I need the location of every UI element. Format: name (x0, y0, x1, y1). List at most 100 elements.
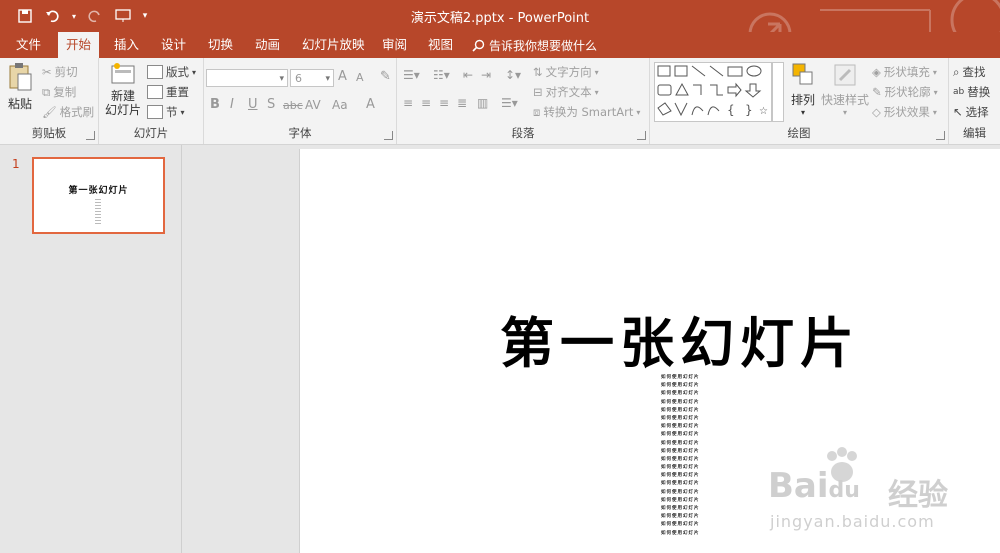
body-line: 如何使用幻灯片 (661, 399, 700, 405)
ribbon: 粘贴 ✂ 剪切 ⧉ 复制 🖌 格式刷 剪贴板 新建 幻灯片 版式 ▾ 重置 节 ▾ 幻灯片… (0, 58, 1000, 145)
shapes-gallery[interactable]: { } ☆ (654, 62, 772, 122)
select-button[interactable]: ↖ 选择 (953, 104, 989, 120)
cut-button[interactable]: ✂ 剪切 (42, 64, 78, 80)
slide-number: 1 (12, 157, 20, 171)
watermark-brand: Baidu (768, 466, 860, 506)
tab-animations[interactable]: 动画 (247, 32, 288, 58)
drawing-group: { } ☆ 排列 ▾ 快速样式 ▾ ◈ 形状填充 ▾ ✎ 形状轮廓 ▾ ◇ 形状效果 ▾ 绘… (650, 58, 949, 144)
copy-button[interactable]: ⧉ 复制 (42, 84, 76, 100)
grow-font-button[interactable]: A (338, 69, 347, 84)
font-size-value: 6 (295, 72, 302, 85)
body-line: 如何使用幻灯片 (661, 522, 700, 528)
body-line: 如何使用幻灯片 (661, 465, 700, 471)
char-spacing-button[interactable]: AV (305, 98, 321, 112)
strikethrough-button[interactable]: abc (283, 99, 303, 112)
arrange-icon (792, 63, 813, 85)
font-launcher-icon[interactable] (384, 131, 393, 140)
font-group-label: 字体 (288, 126, 312, 140)
shape-outline-label: 形状轮廓 (884, 85, 931, 99)
quick-styles-button[interactable]: 快速样式 ▾ (820, 62, 870, 117)
shape-effects-button[interactable]: ◇ 形状效果 ▾ (872, 104, 937, 120)
text-direction-button[interactable]: ⇅ 文字方向 ▾ (533, 64, 599, 80)
smartart-button[interactable]: ⧈ 转换为 SmartArt ▾ (533, 104, 640, 120)
chevron-down-icon: ▾ (636, 107, 641, 117)
chevron-down-icon: ▾ (594, 87, 599, 97)
shape-fill-button[interactable]: ◈ 形状填充 ▾ (872, 64, 937, 80)
align-text-button[interactable]: ⊟ 对齐文本 ▾ (533, 84, 599, 100)
body-line: 如何使用幻灯片 (661, 440, 700, 446)
bold-button[interactable]: B (210, 97, 220, 112)
effects-icon: ◇ (872, 105, 881, 119)
chevron-down-icon: ▾ (180, 107, 185, 117)
line-spacing-icon[interactable]: ↕▾ (505, 68, 521, 82)
drawing-launcher-icon[interactable] (936, 131, 945, 140)
tab-review[interactable]: 审阅 (374, 32, 415, 58)
change-case-button[interactable]: Aa (332, 98, 348, 112)
align-center-icon[interactable]: ≡ (421, 96, 431, 110)
bullets-icon[interactable]: ☰▾ (403, 68, 420, 82)
chevron-down-icon: ▾ (932, 107, 937, 117)
shadow-button[interactable]: S (267, 97, 275, 112)
align-right-icon[interactable]: ≡ (439, 96, 449, 110)
clipboard-launcher-icon[interactable] (86, 131, 95, 140)
shapes-gallery-scroll[interactable] (772, 62, 784, 122)
drawing-group-label: 绘图 (787, 126, 811, 140)
body-line: 如何使用幻灯片 (661, 473, 700, 479)
body-line: 如何使用幻灯片 (661, 415, 700, 421)
underline-button[interactable]: U (248, 97, 258, 112)
font-name-combo[interactable]: ▾ (206, 69, 288, 87)
section-button[interactable]: 节 ▾ (147, 104, 185, 120)
body-line: 如何使用幻灯片 (661, 383, 700, 389)
new-slide-button[interactable]: 新建 幻灯片 (101, 62, 145, 117)
layout-label: 版式 (166, 65, 189, 79)
paragraph-launcher-icon[interactable] (637, 131, 646, 140)
tab-slideshow[interactable]: 幻灯片放映 (294, 32, 373, 58)
arrange-button[interactable]: 排列 ▾ (786, 62, 820, 117)
align-left-icon[interactable]: ≡ (403, 96, 413, 110)
increase-indent-icon[interactable]: ⇥ (481, 68, 491, 82)
copy-label: 复制 (53, 85, 77, 99)
svg-text:☆: ☆ (759, 106, 768, 117)
justify-icon[interactable]: ≣ (457, 96, 467, 110)
slide-title[interactable]: 第一张幻灯片 (500, 299, 860, 378)
slide-body-text[interactable]: 如何使用幻灯片 如何使用幻灯片 如何使用幻灯片 如何使用幻灯片 如何使用幻灯片 … (661, 374, 707, 538)
tab-view[interactable]: 视图 (420, 32, 461, 58)
editing-group-label: 编辑 (963, 126, 986, 140)
thumbnail-body-lines (95, 199, 101, 226)
shrink-font-button[interactable]: A (356, 71, 364, 84)
reset-button[interactable]: 重置 (147, 84, 189, 100)
distributed-icon[interactable]: ☰▾ (501, 96, 518, 110)
slides-group: 新建 幻灯片 版式 ▾ 重置 节 ▾ 幻灯片 (99, 58, 204, 144)
tab-design[interactable]: 设计 (153, 32, 194, 58)
paste-button[interactable]: 粘贴 (4, 62, 36, 112)
svg-text:{: { (727, 103, 735, 117)
paste-label: 粘贴 (7, 97, 32, 111)
replace-button[interactable]: ab 替换 (953, 84, 990, 100)
italic-button[interactable]: I (230, 97, 234, 112)
numbering-icon[interactable]: ☷▾ (433, 68, 450, 82)
tab-file[interactable]: 文件 (8, 32, 49, 58)
tab-insert[interactable]: 插入 (106, 32, 147, 58)
shape-outline-button[interactable]: ✎ 形状轮廓 ▾ (872, 84, 938, 100)
tab-home[interactable]: 开始 (58, 32, 100, 58)
brush-icon: 🖌 (42, 105, 57, 119)
chevron-down-icon: ▾ (842, 108, 847, 117)
find-button[interactable]: ⌕ 查找 (953, 64, 985, 80)
chevron-down-icon: ▾ (933, 87, 938, 97)
font-size-combo[interactable]: 6 ▾ (290, 69, 334, 87)
body-line: 如何使用幻灯片 (661, 407, 700, 413)
slide-thumbnail[interactable]: 第一张幻灯片 (32, 157, 165, 234)
font-color-button[interactable]: A (366, 97, 375, 112)
editing-group: ⌕ 查找 ab 替换 ↖ 选择 编辑 (949, 58, 1000, 144)
format-painter-button[interactable]: 🖌 格式刷 (42, 104, 94, 120)
chevron-down-icon: ▾ (594, 67, 599, 77)
clear-format-icon[interactable]: ✎ (380, 69, 391, 84)
tab-transitions[interactable]: 切换 (200, 32, 241, 58)
layout-button[interactable]: 版式 ▾ (147, 64, 196, 80)
align-text-label: 对齐文本 (545, 85, 592, 99)
watermark-url: jingyan.baidu.com (770, 512, 935, 531)
decrease-indent-icon[interactable]: ⇤ (463, 68, 473, 82)
tell-me-box[interactable]: 告诉我你想要做什么 (472, 37, 597, 54)
quick-styles-icon (834, 64, 856, 86)
columns-icon[interactable]: ▥ (477, 96, 488, 110)
